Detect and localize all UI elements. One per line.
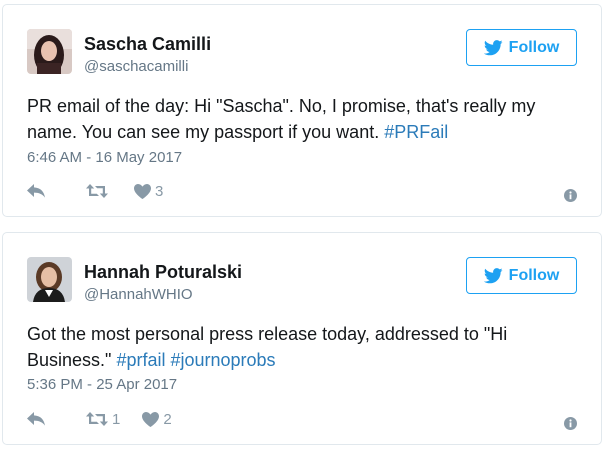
user-handle[interactable]: @saschacamilli: [84, 58, 188, 75]
hashtag-link[interactable]: #journoprobs: [170, 350, 275, 370]
heart-icon: [134, 183, 151, 199]
retweet-button[interactable]: 1: [86, 411, 120, 428]
info-icon[interactable]: [564, 417, 577, 430]
tweet-body: PR email of the day: Hi "Sascha". No, I …: [27, 96, 536, 142]
hashtag-link[interactable]: #prfail: [116, 350, 165, 370]
reply-icon: [27, 412, 45, 426]
like-count: 2: [163, 410, 172, 428]
action-bar: 3: [27, 181, 185, 201]
retweet-icon: [86, 184, 108, 198]
follow-button[interactable]: Follow: [466, 29, 577, 66]
tweet-card: Sascha Camilli @saschacamilli Follow PR …: [2, 4, 602, 217]
reply-button[interactable]: [27, 412, 46, 426]
twitter-bird-icon: [483, 267, 503, 283]
retweet-button[interactable]: [86, 184, 112, 198]
action-bar: 1 2: [27, 409, 194, 429]
timestamp[interactable]: 5:36 PM - 25 Apr 2017: [27, 376, 177, 393]
tweet-text: Got the most personal press release toda…: [27, 321, 547, 373]
tweet-text: PR email of the day: Hi "Sascha". No, I …: [27, 93, 577, 145]
user-name[interactable]: Hannah Poturalski: [84, 262, 242, 283]
timestamp[interactable]: 6:46 AM - 16 May 2017: [27, 149, 182, 166]
retweet-icon: [86, 412, 108, 426]
like-button[interactable]: 3: [134, 183, 163, 200]
hashtag-link[interactable]: #PRFail: [384, 122, 448, 142]
heart-icon: [142, 411, 160, 427]
like-count: 3: [155, 182, 164, 200]
reply-button[interactable]: [27, 184, 46, 198]
follow-button[interactable]: Follow: [466, 257, 577, 294]
follow-label: Follow: [508, 38, 560, 56]
user-name[interactable]: Sascha Camilli: [84, 34, 211, 55]
info-icon[interactable]: [564, 189, 577, 202]
avatar[interactable]: [27, 257, 72, 302]
follow-label: Follow: [508, 266, 560, 284]
reply-icon: [27, 184, 45, 198]
avatar[interactable]: [27, 29, 72, 74]
twitter-bird-icon: [483, 39, 503, 55]
retweet-count: 1: [112, 410, 121, 428]
like-button[interactable]: 2: [142, 410, 172, 428]
user-handle[interactable]: @HannahWHIO: [84, 286, 193, 303]
tweet-card: Hannah Poturalski @HannahWHIO Follow Got…: [2, 232, 602, 445]
